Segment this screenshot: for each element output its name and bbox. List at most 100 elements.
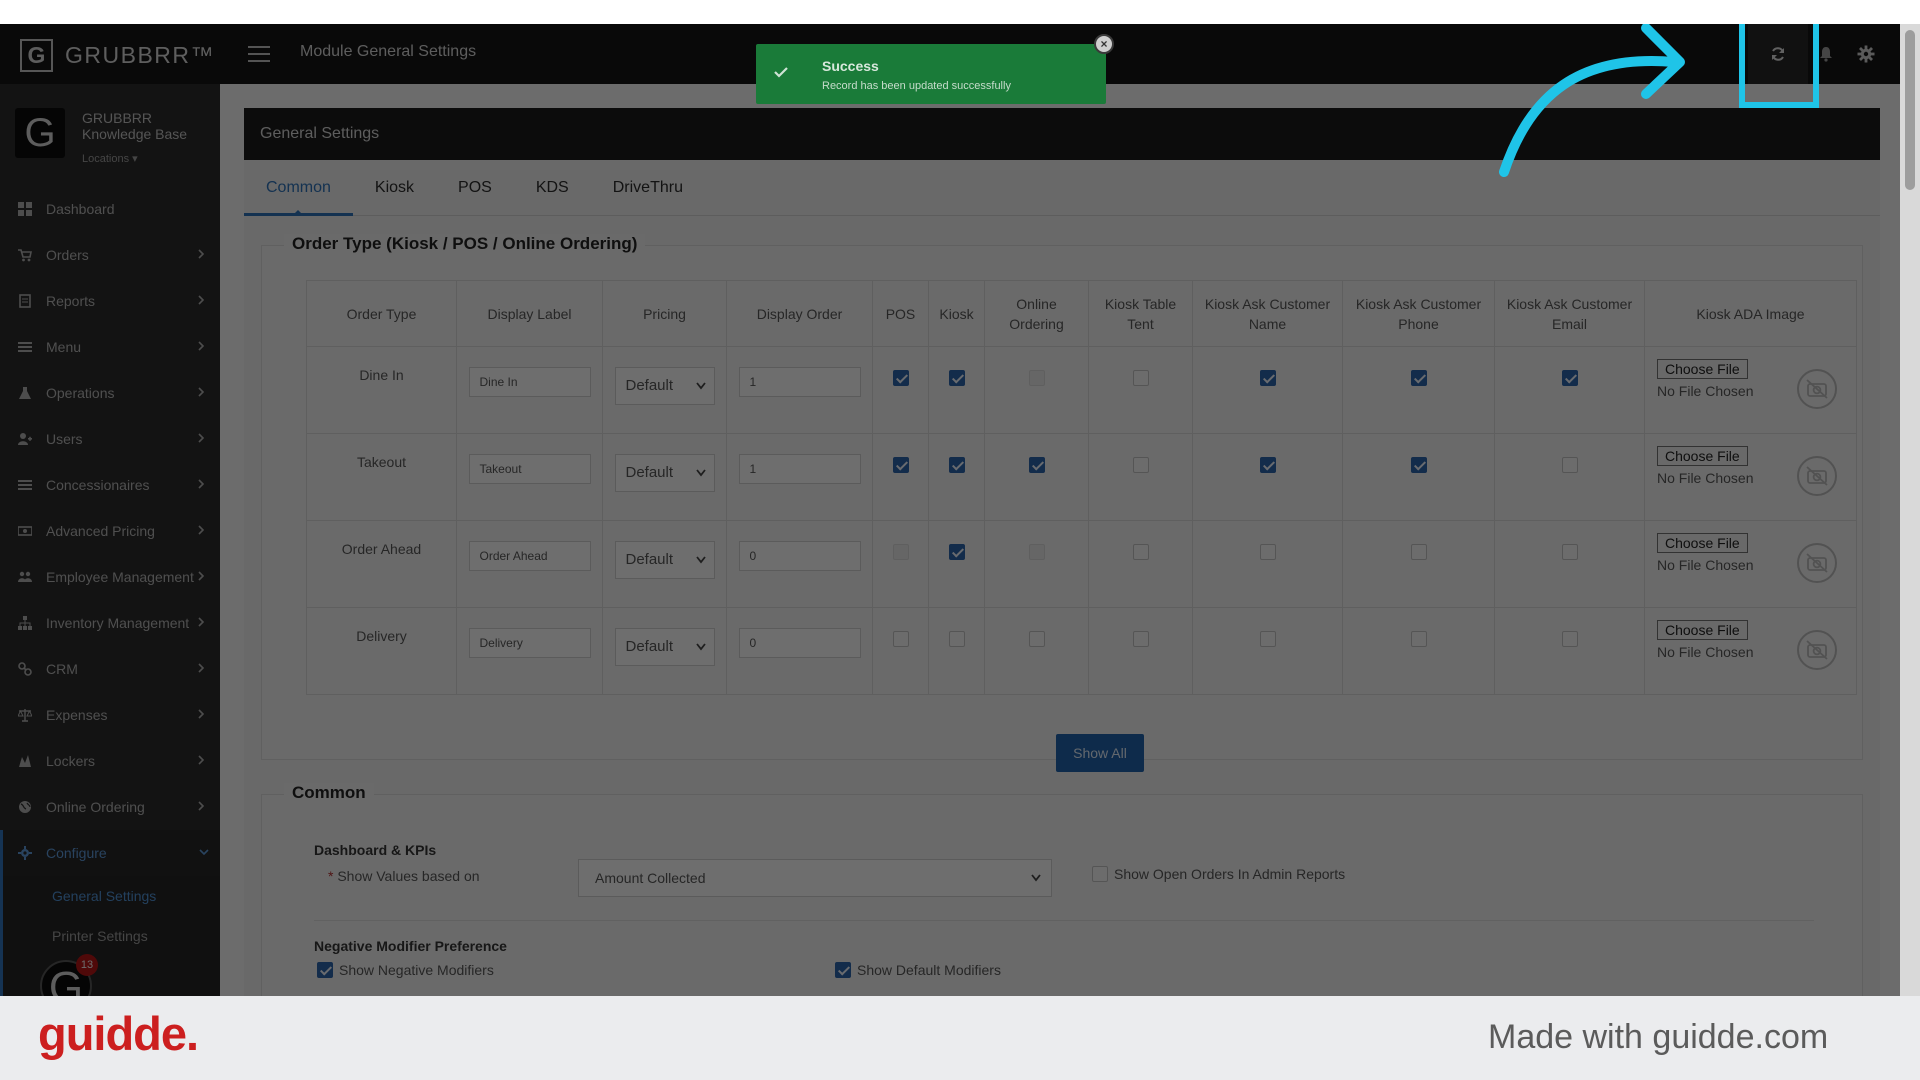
display-label-input[interactable]: Takeout [468,454,591,484]
ask-phone-checkbox[interactable] [1410,370,1427,386]
sidebar-item-reports[interactable]: Reports [0,278,220,324]
sidebar-item-label: CRM [46,661,78,677]
pos-checkbox[interactable] [892,457,909,473]
choose-file-button[interactable]: Choose File [1657,533,1748,553]
sidebar-item-dashboard[interactable]: Dashboard [0,186,220,232]
sidebar-subitem-ming[interactable]: ming [0,956,220,996]
pricing-select[interactable]: Default [614,541,715,579]
display-order-input[interactable]: 1 [738,454,861,484]
online-ordering-checkbox[interactable] [1028,631,1045,647]
column-header: Display Label [456,280,603,347]
guidde-logo[interactable]: guidde. [38,1006,199,1061]
ask-name-checkbox[interactable] [1259,631,1276,647]
online-ordering-checkbox [1028,370,1045,386]
sidebar-item-expenses[interactable]: Expenses [0,692,220,738]
scrollbar-thumb[interactable] [1905,30,1915,190]
scale-icon [18,708,32,722]
sidebar-item-inventory-management[interactable]: Inventory Management [0,600,220,646]
show-default-checkbox[interactable] [835,962,851,978]
kiosk-checkbox[interactable] [948,544,965,560]
sidebar-item-online-ordering[interactable]: Online Ordering [0,784,220,830]
show-default-option[interactable]: Show Default Modifiers [835,962,1001,978]
pos-checkbox[interactable] [892,370,909,386]
tab-drivethru[interactable]: DriveThru [591,160,705,216]
no-image-icon [1797,369,1837,409]
sidebar-item-label: Concessionaires [46,477,150,493]
show-all-button[interactable]: Show All [1056,734,1144,772]
online-ordering-checkbox[interactable] [1028,457,1045,473]
ask-email-checkbox[interactable] [1561,631,1578,647]
sidebar-subitem-printer-settings[interactable]: Printer Settings [0,916,220,956]
tab-pos[interactable]: POS [436,160,514,216]
show-negative-checkbox[interactable] [317,962,333,978]
locations-dropdown[interactable]: Locations ▾ [82,152,138,165]
column-header: Kiosk Ask Customer Name [1192,280,1343,347]
page-title: Module General Settings [300,43,477,60]
ask-phone-checkbox[interactable] [1410,631,1427,647]
file-picker: Choose File No File Chosen [1645,533,1856,603]
no-image-icon [1797,630,1837,670]
ask-name-checkbox[interactable] [1259,544,1276,560]
kiosk-checkbox[interactable] [948,370,965,386]
kiosk-table-tent-checkbox[interactable] [1132,370,1149,386]
display-order-input[interactable]: 0 [738,628,861,658]
pos-checkbox[interactable] [892,631,909,647]
kiosk-checkbox[interactable] [948,631,965,647]
sidebar-item-operations[interactable]: Operations [0,370,220,416]
sidebar-item-configure[interactable]: Configure [0,830,220,876]
display-label-input[interactable]: Dine In [468,367,591,397]
sidebar-item-lockers[interactable]: Lockers [0,738,220,784]
ask-phone-checkbox[interactable] [1410,457,1427,473]
app-logo[interactable]: G GRUBBRR™ [20,39,215,72]
show-open-orders-checkbox[interactable] [1092,866,1108,882]
sidebar-item-advanced-pricing[interactable]: Advanced Pricing [0,508,220,554]
display-order-input[interactable]: 1 [738,367,861,397]
sidebar-item-orders[interactable]: Orders [0,232,220,278]
scrollbar[interactable] [1900,24,1920,996]
choose-file-button[interactable]: Choose File [1657,620,1748,640]
online-ordering-cell [984,520,1089,608]
show-open-orders-option[interactable]: Show Open Orders In Admin Reports [1092,866,1345,882]
pricing-value: Default [625,377,674,394]
display-order-input[interactable]: 0 [738,541,861,571]
show-values-select[interactable]: Amount Collected [578,859,1052,897]
choose-file-button[interactable]: Choose File [1657,359,1748,379]
sidebar-item-crm[interactable]: CRM [0,646,220,692]
kiosk-table-tent-checkbox[interactable] [1132,544,1149,560]
kiosk-table-tent-checkbox[interactable] [1132,631,1149,647]
show-negative-option[interactable]: Show Negative Modifiers [317,962,494,978]
display-label-input[interactable]: Delivery [468,628,591,658]
ask-email-checkbox[interactable] [1561,457,1578,473]
chevron-right-icon [196,430,206,446]
sidebar-item-users[interactable]: Users [0,416,220,462]
display-order-cell: 1 [726,346,873,434]
tab-kds[interactable]: KDS [514,160,591,216]
ask-phone-checkbox[interactable] [1410,544,1427,560]
sidebar-subitem-general-settings[interactable]: General Settings [0,876,220,916]
ask-name-checkbox[interactable] [1259,370,1276,386]
hamburger-menu-icon[interactable] [248,46,270,62]
display-label-input[interactable]: Order Ahead [468,541,591,571]
pricing-value: Default [625,464,674,481]
kiosk-checkbox[interactable] [948,457,965,473]
display-order-cell: 1 [726,433,873,521]
no-image-icon [1797,543,1837,583]
ask-email-checkbox[interactable] [1561,370,1578,386]
choose-file-button[interactable]: Choose File [1657,446,1748,466]
pricing-select[interactable]: Default [614,367,715,405]
pricing-select[interactable]: Default [614,628,715,666]
sidebar-item-menu[interactable]: Menu [0,324,220,370]
tab-common[interactable]: Common [244,160,353,216]
pricing-value: Default [625,638,674,655]
settings-button[interactable] [1836,24,1896,84]
ask-email-checkbox[interactable] [1561,544,1578,560]
sidebar-item-concessionaires[interactable]: Concessionaires [0,462,220,508]
sidebar-item-employee-management[interactable]: Employee Management [0,554,220,600]
tab-kiosk[interactable]: Kiosk [353,160,436,216]
pos-checkbox [892,544,909,560]
ask-name-checkbox[interactable] [1259,457,1276,473]
pricing-select[interactable]: Default [614,454,715,492]
sidebar-item-label: Dashboard [46,201,115,217]
close-icon[interactable]: × [1094,34,1114,54]
kiosk-table-tent-checkbox[interactable] [1132,457,1149,473]
